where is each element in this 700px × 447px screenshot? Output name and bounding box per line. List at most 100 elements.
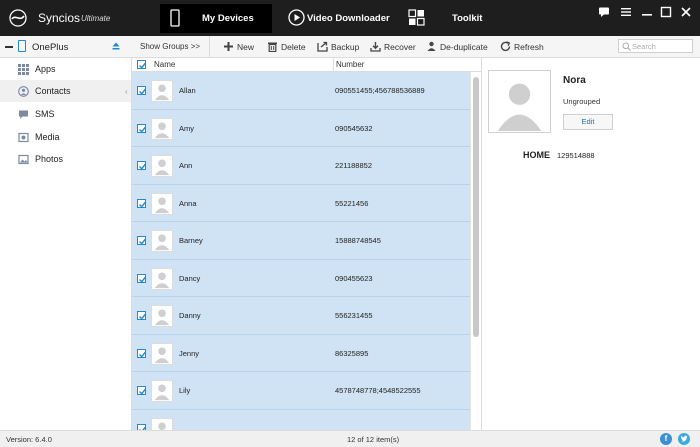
minimize-icon[interactable] (641, 6, 653, 18)
row-checkbox[interactable] (137, 348, 147, 358)
close-icon[interactable] (680, 6, 692, 18)
message-icon[interactable] (598, 6, 610, 18)
toolbar-divider (209, 36, 210, 58)
contact-number: 15888748545 (335, 236, 381, 245)
sidebar-item-label: SMS (35, 109, 55, 119)
facebook-icon[interactable]: f (660, 433, 672, 445)
contacts-icon (18, 86, 29, 97)
title-bar: Syncios Ultimate My Devices Video Downlo… (0, 0, 700, 36)
row-checkbox[interactable] (137, 386, 147, 395)
row-checkbox[interactable] (137, 123, 147, 133)
show-groups-button[interactable]: Show Groups >> (140, 42, 200, 51)
contact-number: 556231455 (335, 311, 373, 320)
phone-number-value: 129514888 (557, 151, 595, 160)
refresh-button-label: Refresh (514, 42, 544, 52)
device-name[interactable]: OnePlus (32, 42, 68, 53)
row-checkbox[interactable] (137, 273, 147, 283)
row-checkbox[interactable] (137, 236, 147, 245)
tab-my-devices[interactable]: My Devices (160, 4, 272, 33)
contact-detail-panel: Nora Ungrouped Edit HOME 129514888 (481, 58, 700, 430)
contact-name: Jenny (179, 348, 200, 358)
table-row[interactable]: Allan 090551455;456788536889 (132, 72, 470, 110)
tab-toolkit-label: Toolkit (452, 13, 483, 24)
photos-icon (18, 154, 29, 165)
edit-button[interactable]: Edit (563, 114, 613, 130)
sidebar-item-photos[interactable]: Photos (0, 148, 131, 170)
scrollbar-thumb[interactable] (473, 77, 479, 337)
avatar-placeholder-icon (151, 117, 173, 140)
search-input[interactable]: Search (618, 39, 693, 53)
contact-name: Dancy (179, 273, 201, 283)
app-edition: Ultimate (81, 14, 111, 23)
avatar-placeholder-icon (151, 305, 173, 327)
column-divider (333, 58, 334, 72)
column-header-name[interactable]: Name (154, 60, 175, 69)
device-phone-icon (18, 40, 26, 52)
table-row[interactable]: Danny 556231455 (132, 297, 470, 335)
avatar-placeholder-icon (151, 80, 173, 102)
sidebar-item-media[interactable]: Media (0, 126, 131, 148)
delete-button-label: Delete (281, 42, 306, 52)
contact-number: 090455623 (335, 273, 373, 283)
backup-icon (317, 41, 328, 52)
recover-button-label: Recover (384, 42, 416, 52)
status-bar: Version: 6.4.0 12 of 12 item(s) f (0, 430, 700, 447)
twitter-icon[interactable] (678, 433, 690, 445)
row-checkbox[interactable] (137, 311, 147, 320)
toolkit-icon (408, 9, 425, 26)
table-row[interactable]: Amy 090545632 (132, 110, 470, 147)
sidebar-item-sms[interactable]: SMS (0, 103, 131, 125)
table-row[interactable]: Ann 221188852 (132, 147, 470, 185)
contact-list: Allan 090551455;456788536889 Amy 0905456… (132, 72, 470, 430)
media-icon (18, 132, 29, 143)
sidebar-item-apps[interactable]: Apps (0, 58, 131, 80)
contact-name: Danny (179, 311, 201, 320)
contact-number: 090551455;456788536889 (335, 86, 425, 95)
contact-name: Lily (179, 386, 191, 395)
plus-icon (224, 42, 233, 51)
select-all-checkbox[interactable] (137, 60, 147, 69)
refresh-icon (500, 41, 511, 52)
contact-name: Allan (179, 86, 196, 95)
recover-icon (370, 42, 381, 52)
table-row[interactable] (132, 410, 470, 430)
column-header-number[interactable]: Number (336, 60, 364, 69)
syncios-logo-icon (9, 9, 27, 27)
contact-list-header: Name Number (132, 58, 481, 72)
table-row[interactable]: Barney 15888748545 (132, 222, 470, 260)
sidebar-item-contacts[interactable]: Contacts ‹ (0, 80, 131, 102)
avatar-placeholder-icon (151, 192, 173, 215)
tab-video-downloader[interactable]: Video Downloader (282, 4, 392, 33)
contact-number: 86325895 (335, 348, 369, 358)
contact-detail-name: Nora (563, 75, 586, 86)
phone-icon (170, 9, 180, 27)
avatar-placeholder-icon (151, 417, 173, 430)
tab-toolkit[interactable]: Toolkit (402, 4, 492, 33)
table-row[interactable]: Lily 4578748778;4548522555 (132, 372, 470, 410)
contact-name: Amy (179, 123, 194, 133)
row-checkbox[interactable] (137, 86, 147, 95)
row-checkbox[interactable] (137, 198, 147, 208)
menu-icon[interactable] (620, 6, 632, 18)
sms-icon (19, 110, 28, 119)
table-row[interactable]: Jenny 86325895 (132, 335, 470, 372)
maximize-icon[interactable] (660, 6, 672, 18)
new-button-label: New (237, 42, 255, 52)
eject-icon[interactable] (112, 42, 120, 50)
search-icon (622, 42, 631, 51)
trash-icon (268, 42, 277, 52)
collapse-device-icon[interactable] (5, 46, 13, 48)
table-row[interactable]: Dancy 090455623 (132, 260, 470, 297)
list-scrollbar[interactable] (470, 72, 481, 430)
table-row[interactable]: Anna 55221456 (132, 185, 470, 222)
sidebar-item-label: Apps (35, 64, 56, 74)
phone-type-label: HOME (523, 150, 550, 160)
app-name: Syncios (38, 11, 81, 25)
row-checkbox[interactable] (137, 161, 147, 170)
contact-name: Barney (179, 236, 203, 245)
contact-number: 090545632 (335, 123, 373, 133)
version-label: Version: 6.4.0 (6, 435, 52, 444)
active-caret-icon: ‹ (125, 87, 128, 96)
sidebar-item-label: Photos (35, 154, 64, 164)
contact-name: Ann (179, 161, 193, 170)
